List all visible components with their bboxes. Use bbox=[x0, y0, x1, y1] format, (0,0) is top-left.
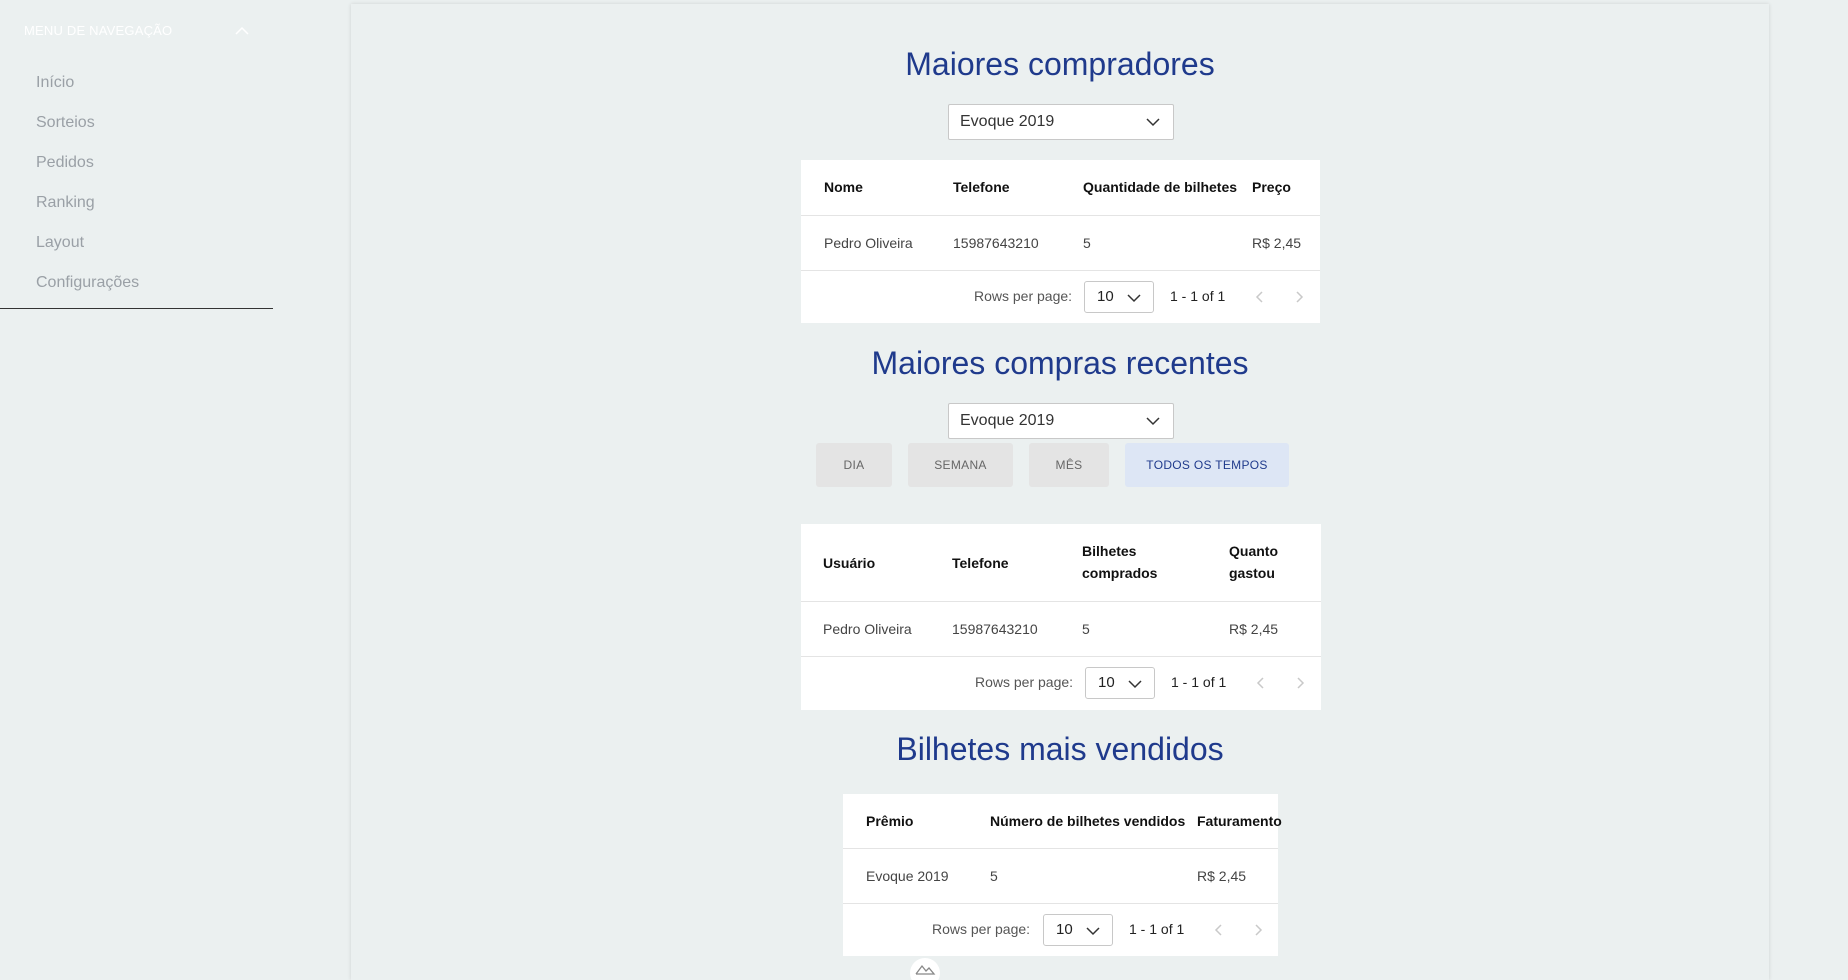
recent-prize-select[interactable]: Evoque 2019 bbox=[948, 403, 1174, 439]
rows-per-page-select[interactable]: 10 bbox=[1043, 914, 1113, 946]
period-button-semana[interactable]: SEMANA bbox=[908, 443, 1013, 487]
sidebar: MENU DE NAVEGAÇÃO Início Sorteios Pedido… bbox=[0, 0, 273, 309]
chevron-down-icon bbox=[1128, 680, 1142, 689]
chevron-down-icon bbox=[1146, 118, 1160, 127]
sidebar-item-configuracoes[interactable]: Configurações bbox=[36, 274, 139, 292]
sidebar-item-pedidos[interactable]: Pedidos bbox=[36, 154, 94, 172]
column-header[interactable]: Bilhetes comprados bbox=[1082, 540, 1162, 584]
column-header[interactable]: Faturamento bbox=[1197, 810, 1282, 832]
column-header[interactable]: Quantidade de bilhetes bbox=[1083, 176, 1237, 198]
period-button-todos-os-tempos[interactable]: TODOS OS TEMPOS bbox=[1125, 443, 1289, 487]
pagination-range: 1 - 1 of 1 bbox=[1129, 921, 1185, 937]
cell-phone: 15987643210 bbox=[952, 621, 1038, 637]
chevron-down-icon bbox=[1146, 417, 1160, 426]
recent-select-value: Evoque 2019 bbox=[960, 412, 1055, 429]
menu-title: MENU DE NAVEGAÇÃO bbox=[24, 23, 173, 38]
buyers-select-value: Evoque 2019 bbox=[960, 113, 1055, 130]
period-button-mes[interactable]: MÊS bbox=[1029, 443, 1109, 487]
chevron-down-icon bbox=[1086, 927, 1100, 936]
table-header-row: Nome Telefone Quantidade de bilhetes Pre… bbox=[801, 160, 1320, 216]
period-button-dia[interactable]: DIA bbox=[816, 443, 892, 487]
sidebar-item-inicio[interactable]: Início bbox=[36, 74, 74, 92]
cell-sold: 5 bbox=[990, 868, 998, 884]
rows-per-page-label: Rows per page: bbox=[974, 288, 1073, 304]
column-header[interactable]: Telefone bbox=[953, 176, 1010, 198]
rows-per-page-label: Rows per page: bbox=[932, 921, 1031, 937]
chevron-down-icon bbox=[1127, 294, 1141, 303]
rows-per-page-value: 10 bbox=[1098, 674, 1115, 691]
recent-table: Usuário Telefone Bilhetes comprados Quan… bbox=[801, 524, 1321, 710]
rows-per-page-select[interactable]: 10 bbox=[1085, 667, 1155, 699]
table-row: Evoque 2019 5 R$ 2,45 bbox=[843, 849, 1278, 904]
mountain-icon bbox=[915, 964, 936, 975]
sidebar-item-sorteios[interactable]: Sorteios bbox=[36, 114, 95, 132]
chevron-right-icon[interactable] bbox=[1291, 289, 1307, 305]
chevron-left-icon[interactable] bbox=[1252, 289, 1268, 305]
pagination-range: 1 - 1 of 1 bbox=[1171, 674, 1227, 690]
rows-per-page-select[interactable]: 10 bbox=[1084, 281, 1154, 313]
recent-title: Maiores compras recentes bbox=[871, 345, 1249, 381]
cell-spent: R$ 2,45 bbox=[1229, 621, 1279, 637]
chevron-right-icon[interactable] bbox=[1250, 922, 1266, 938]
buyers-prize-select[interactable]: Evoque 2019 bbox=[948, 104, 1174, 140]
cell-revenue: R$ 2,45 bbox=[1197, 868, 1247, 884]
menu-header[interactable]: MENU DE NAVEGAÇÃO bbox=[24, 22, 250, 42]
sidebar-item-ranking[interactable]: Ranking bbox=[36, 194, 95, 212]
column-header[interactable]: Preço bbox=[1252, 176, 1291, 198]
tickets-title: Bilhetes mais vendidos bbox=[896, 731, 1224, 767]
chevron-right-icon[interactable] bbox=[1292, 675, 1308, 691]
pagination-range: 1 - 1 of 1 bbox=[1170, 288, 1226, 304]
buyers-table: Nome Telefone Quantidade de bilhetes Pre… bbox=[801, 160, 1320, 323]
cell-phone: 15987643210 bbox=[953, 235, 1039, 251]
table-row: Pedro Oliveira 15987643210 5 R$ 2,45 bbox=[801, 216, 1320, 271]
rows-per-page-label: Rows per page: bbox=[975, 674, 1074, 690]
cell-name: Pedro Oliveira bbox=[824, 235, 913, 251]
rows-per-page-value: 10 bbox=[1097, 288, 1114, 305]
table-footer: Rows per page: 10 1 - 1 of 1 bbox=[801, 657, 1321, 710]
cell-prize: Evoque 2019 bbox=[866, 868, 949, 884]
cell-price: R$ 2,45 bbox=[1252, 235, 1302, 251]
column-header[interactable]: Quanto gastou bbox=[1229, 540, 1289, 584]
buyers-title: Maiores compradores bbox=[905, 46, 1215, 82]
sidebar-item-layout[interactable]: Layout bbox=[36, 234, 84, 252]
table-header-row: Prêmio Número de bilhetes vendidos Fatur… bbox=[843, 794, 1282, 849]
chevron-left-icon[interactable] bbox=[1211, 922, 1227, 938]
mountain-logo-icon[interactable] bbox=[910, 958, 940, 980]
column-header[interactable]: Prêmio bbox=[866, 810, 913, 832]
cell-tickets: 5 bbox=[1082, 621, 1090, 637]
table-footer: Rows per page: 10 1 - 1 of 1 bbox=[843, 904, 1278, 956]
table-footer: Rows per page: 10 1 - 1 of 1 bbox=[801, 271, 1320, 323]
table-header-row: Usuário Telefone Bilhetes comprados Quan… bbox=[801, 524, 1321, 602]
tickets-table: Prêmio Número de bilhetes vendidos Fatur… bbox=[843, 794, 1282, 956]
rows-per-page-value: 10 bbox=[1056, 921, 1073, 938]
chevron-up-icon[interactable] bbox=[234, 24, 250, 38]
column-header[interactable]: Telefone bbox=[952, 552, 1009, 574]
chevron-left-icon[interactable] bbox=[1253, 675, 1269, 691]
column-header[interactable]: Usuário bbox=[823, 552, 875, 574]
table-row: Pedro Oliveira 15987643210 5 R$ 2,45 bbox=[801, 602, 1321, 657]
cell-user: Pedro Oliveira bbox=[823, 621, 912, 637]
column-header[interactable]: Número de bilhetes vendidos bbox=[990, 810, 1185, 832]
cell-quantity: 5 bbox=[1083, 235, 1091, 251]
column-header[interactable]: Nome bbox=[824, 176, 863, 198]
